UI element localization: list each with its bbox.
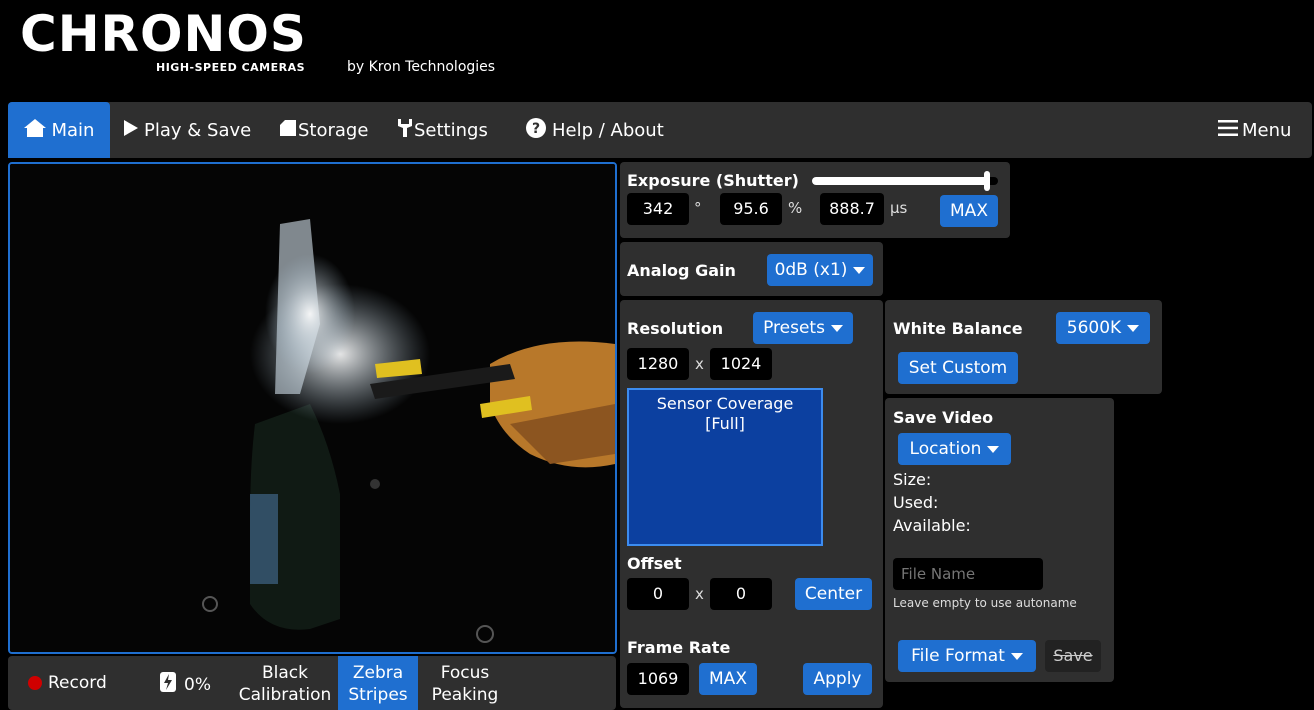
storage-size-label: Size:: [893, 470, 932, 489]
record-dot-icon: [28, 676, 42, 690]
play-icon: [124, 119, 138, 141]
set-custom-wb-button[interactable]: Set Custom: [898, 352, 1018, 384]
offset-x-separator: x: [695, 585, 704, 603]
white-balance-panel: White Balance 5600K Set Custom: [885, 300, 1162, 394]
offset-x-field[interactable]: 0: [627, 578, 689, 610]
location-label: Location: [909, 439, 982, 459]
menu-label: Menu: [1242, 119, 1292, 141]
percent-unit: %: [788, 199, 803, 217]
resolution-height-field[interactable]: 1024: [710, 348, 772, 380]
black-calibration-button[interactable]: Black Calibration: [234, 662, 336, 710]
offset-y-field[interactable]: 0: [710, 578, 772, 610]
resolution-panel: Resolution Presets 1280 x 1024 Sensor Co…: [620, 300, 883, 708]
save-video-label: Save Video: [893, 408, 994, 427]
save-button[interactable]: Save: [1045, 640, 1101, 672]
white-balance-value: 5600K: [1066, 318, 1122, 338]
resolution-x-separator: x: [695, 355, 704, 373]
caret-down-icon: [830, 324, 843, 332]
black-calibration-line2: Calibration: [238, 685, 332, 705]
question-circle-icon: ?: [526, 117, 546, 143]
wrench-icon: [398, 118, 412, 142]
exposure-slider-thumb[interactable]: [984, 171, 990, 191]
tab-storage-label: Storage: [298, 119, 369, 141]
exposure-slider[interactable]: [812, 171, 998, 191]
focus-peaking-line1: Focus: [440, 663, 490, 683]
zebra-stripes-line1: Zebra: [352, 663, 404, 683]
offset-center-button[interactable]: Center: [795, 578, 872, 610]
battery-percent: 0%: [184, 675, 211, 695]
focus-peaking-line2: Peaking: [431, 685, 499, 705]
zebra-stripes-line2: Stripes: [348, 685, 408, 705]
exposure-slider-fill: [812, 177, 989, 185]
caret-down-icon: [853, 266, 866, 274]
filename-hint: Leave empty to use autoname: [893, 596, 1077, 610]
tab-storage[interactable]: Storage: [280, 102, 368, 158]
tab-help[interactable]: ? Help / About: [526, 102, 664, 158]
tab-settings[interactable]: Settings: [398, 102, 488, 158]
offset-label: Offset: [627, 554, 682, 573]
caret-down-icon: [987, 445, 1000, 453]
home-icon: [23, 118, 46, 142]
exposure-us-field[interactable]: 888.7: [820, 193, 884, 225]
svg-text:?: ?: [532, 121, 540, 137]
exposure-percent-field[interactable]: 95.6: [720, 193, 782, 225]
white-balance-label: White Balance: [893, 319, 1023, 338]
record-button[interactable]: Record: [28, 672, 107, 694]
frame-rate-label: Frame Rate: [627, 638, 731, 657]
preview-image: [10, 164, 615, 652]
exposure-label: Exposure (Shutter): [627, 171, 799, 190]
sensor-coverage-title: Sensor Coverage: [656, 394, 794, 413]
bottom-toolbar: Record 0% Black Calibration Zebra Stripe…: [8, 656, 616, 710]
presets-label: Presets: [763, 318, 825, 338]
storage-available-label: Available:: [893, 516, 971, 535]
analog-gain-label: Analog Gain: [627, 261, 736, 280]
battery-status: 0%: [160, 672, 211, 698]
frame-rate-apply-button[interactable]: Apply: [803, 663, 872, 695]
save-video-panel: Save Video Location Size: Used: Availabl…: [885, 398, 1114, 682]
sensor-coverage-box[interactable]: Sensor Coverage [Full]: [627, 388, 823, 546]
frame-rate-field[interactable]: 1069: [627, 663, 689, 695]
resolution-presets-dropdown[interactable]: Presets: [753, 312, 853, 344]
save-location-dropdown[interactable]: Location: [898, 433, 1011, 465]
menu-button[interactable]: Menu: [1218, 102, 1291, 158]
white-balance-dropdown[interactable]: 5600K: [1056, 312, 1150, 344]
record-label: Record: [48, 673, 107, 693]
tab-play-save[interactable]: Play & Save: [124, 102, 251, 158]
frame-rate-max-button[interactable]: MAX: [699, 663, 757, 695]
analog-gain-value: 0dB (x1): [774, 260, 848, 280]
exposure-panel: Exposure (Shutter) 342 ° 95.6 % 888.7 µs…: [620, 162, 1010, 238]
camera-preview[interactable]: [8, 162, 617, 654]
caret-down-icon: [1127, 324, 1140, 332]
file-format-label: File Format: [911, 646, 1005, 666]
degree-unit: °: [694, 199, 702, 217]
tab-help-label: Help / About: [552, 119, 664, 141]
resolution-label: Resolution: [627, 319, 724, 338]
logo-by-line: by Kron Technologies: [347, 59, 496, 75]
exposure-degrees-field[interactable]: 342: [627, 193, 689, 225]
sensor-coverage-value: [Full]: [705, 414, 745, 433]
zebra-stripes-toggle[interactable]: Zebra Stripes: [338, 656, 418, 710]
file-name-input[interactable]: [893, 558, 1043, 590]
focus-peaking-toggle[interactable]: Focus Peaking: [422, 662, 508, 706]
tab-main[interactable]: Main: [8, 102, 110, 158]
tab-settings-label: Settings: [414, 119, 488, 141]
analog-gain-panel: Analog Gain 0dB (x1): [620, 242, 883, 296]
logo-tagline: HIGH-SPEED CAMERAS: [156, 61, 306, 74]
tab-main-label: Main: [51, 119, 95, 141]
resolution-width-field[interactable]: 1280: [627, 348, 689, 380]
exposure-max-button[interactable]: MAX: [940, 195, 998, 227]
storage-used-label: Used:: [893, 493, 939, 512]
main-nav: Main Play & Save Storage Settings ? Help…: [8, 102, 1312, 158]
chronos-logo: CHRONOS: [20, 5, 307, 63]
battery-bolt-icon: [160, 672, 176, 698]
hamburger-icon: [1218, 119, 1238, 141]
file-format-dropdown[interactable]: File Format: [898, 640, 1036, 672]
storage-icon: [280, 119, 296, 141]
analog-gain-dropdown[interactable]: 0dB (x1): [767, 254, 873, 286]
tab-play-save-label: Play & Save: [144, 119, 252, 141]
microsecond-unit: µs: [890, 199, 908, 217]
caret-down-icon: [1010, 652, 1023, 660]
black-calibration-line1: Black: [262, 663, 308, 683]
